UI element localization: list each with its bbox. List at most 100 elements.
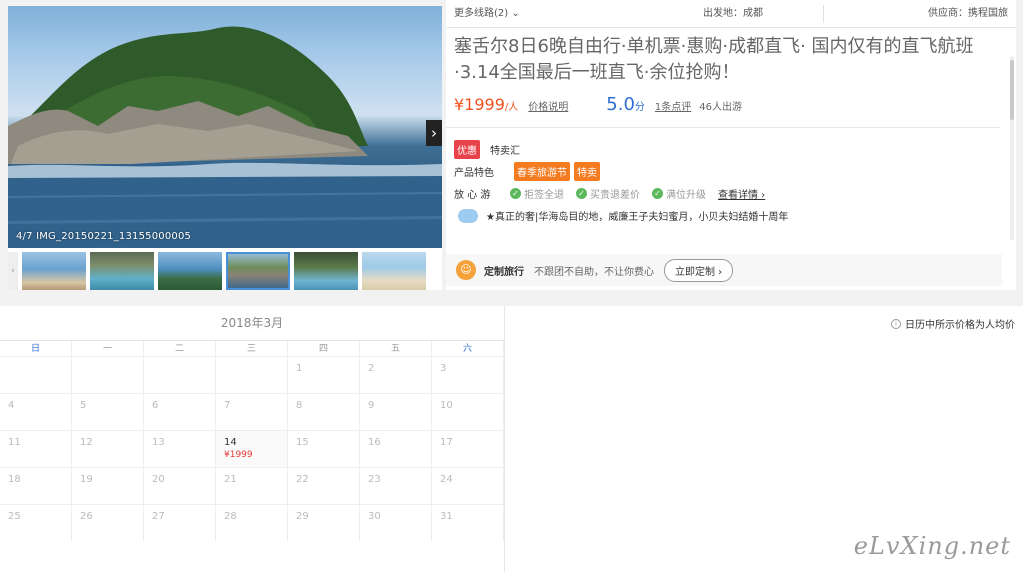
day-number: 18 (8, 474, 21, 485)
day-number: 22 (296, 474, 309, 485)
day-number: 26 (80, 511, 93, 522)
calendar-day: 24 (432, 467, 504, 504)
customize-now-button[interactable]: 立即定制 › (664, 258, 734, 282)
weekday-label: 五 (360, 341, 432, 357)
day-number: 31 (440, 511, 453, 522)
feature-tag[interactable]: 特卖 (574, 161, 600, 181)
day-number: 17 (440, 437, 453, 448)
price-info-link[interactable]: 价格说明 (528, 98, 568, 113)
calendar-day: 7 (216, 393, 288, 430)
thumbnail[interactable] (158, 252, 222, 290)
calendar-day: 5 (72, 393, 144, 430)
thumb-prev-icon[interactable]: ‹ (8, 252, 18, 290)
day-number: 11 (8, 437, 21, 448)
calendar-day: 22 (288, 467, 360, 504)
calendar-note-text: 日历中所示价格为人均价 (905, 320, 1015, 331)
main-photo[interactable]: 4/7 IMG_20150221_13155000005 › (8, 6, 442, 248)
highlight-row: ★真正的奢|华海岛目的地，威廉王子夫妇蜜月，小贝夫妇结婚十周年 (454, 208, 1006, 223)
custom-travel-desc: 不跟团不自助，不让你费心 (534, 266, 654, 278)
promo-row: 优惠 特卖汇 (454, 138, 1006, 160)
view-details-link[interactable]: 查看详情 › (718, 186, 765, 201)
day-number: 19 (80, 474, 93, 485)
day-number: 15 (296, 437, 309, 448)
day-number: 25 (8, 511, 21, 522)
calendar-empty-cell (216, 356, 288, 393)
assurance-item: ✓ 满位升级 (652, 186, 706, 201)
highlight-text: ★真正的奢|华海岛目的地，威廉王子夫妇蜜月，小贝夫妇结婚十周年 (486, 212, 789, 223)
product-price: ¥1999/人 (454, 95, 518, 114)
departure-city: 出发地：成都 (596, 4, 824, 23)
calendar-day: 11 (0, 430, 72, 467)
calendar-day: 30 (360, 504, 432, 541)
review-link[interactable]: 1条点评 (655, 98, 691, 113)
calendar-day: 29 (288, 504, 360, 541)
feature-tag[interactable]: 春季旅游节 (514, 161, 570, 181)
photo-gallery: 4/7 IMG_20150221_13155000005 › ‹ (8, 6, 442, 290)
assurance-item-label: 拒签全退 (524, 189, 564, 201)
day-number: 8 (296, 400, 303, 411)
divider (446, 127, 1000, 128)
weekday-label: 日 (0, 341, 72, 357)
check-icon: ✓ (576, 187, 587, 199)
assurance-item-label: 满位升级 (666, 189, 706, 201)
calendar-empty-cell (72, 356, 144, 393)
price-calendar: 2018年3月 日一二三四五六 1 2 3 4 5 6 7 8 9 10 11 12 13 14 ¥1999… (0, 306, 505, 572)
day-number: 2 (368, 363, 375, 374)
next-photo-icon[interactable]: › (426, 120, 442, 146)
day-number: 4 (8, 400, 15, 411)
calendar-day: 4 (0, 393, 72, 430)
custom-travel-title: 定制旅行 (484, 266, 524, 278)
calendar-day: 6 (144, 393, 216, 430)
thumbnail[interactable] (90, 252, 154, 290)
price-value: ¥1999 (454, 95, 505, 114)
cloud-icon (458, 208, 478, 223)
weekday-label: 六 (432, 341, 504, 357)
day-number: 3 (440, 363, 447, 374)
calendar-day: 9 (360, 393, 432, 430)
calendar-weekday-header: 日一二三四五六 (0, 340, 504, 357)
calendar-day: 28 (216, 504, 288, 541)
weekday-label: 三 (216, 341, 288, 357)
calendar-day: 8 (288, 393, 360, 430)
weekday-label: 二 (144, 341, 216, 357)
promo-badge: 优惠 (454, 139, 480, 159)
day-number: 21 (224, 474, 237, 485)
calendar-day[interactable]: 14 ¥1999 (216, 430, 288, 467)
day-number: 7 (224, 400, 231, 411)
photo-caption: 4/7 IMG_20150221_13155000005 (16, 231, 192, 242)
day-number: 30 (368, 511, 381, 522)
day-number: 27 (152, 511, 165, 522)
day-number: 14 (224, 437, 237, 448)
product-title: 塞舌尔8日6晚自由行·单机票·惠购·成都直飞· 国内仅有的直飞航班·3.14全国… (454, 36, 974, 83)
island-photo (8, 26, 442, 248)
more-routes-dropdown[interactable]: 更多线路(2) ⌄ (446, 5, 596, 23)
calendar-day: 31 (432, 504, 504, 541)
calendar-day: 3 (432, 356, 504, 393)
calendar-day: 16 (360, 430, 432, 467)
assurance-item-label: 买贵退差价 (590, 189, 640, 201)
features-label: 产品特色 (454, 167, 494, 179)
calendar-side-panel: i 日历中所示价格为人均价 eLvXing.net (505, 306, 1023, 572)
assurance-item: ✓ 拒签全退 (510, 186, 564, 201)
thumbnail-active[interactable] (226, 252, 290, 290)
calendar-day: 19 (72, 467, 144, 504)
weekday-label: 一 (72, 341, 144, 357)
price-unit: /人 (504, 102, 519, 113)
thumbnail[interactable] (294, 252, 358, 290)
calendar-day: 26 (72, 504, 144, 541)
scrollbar-thumb[interactable] (1010, 60, 1014, 120)
day-number: 29 (296, 511, 309, 522)
calendar-day: 2 (360, 356, 432, 393)
calendar-day: 25 (0, 504, 72, 541)
thumbnail[interactable] (22, 252, 86, 290)
calendar-price-note: i 日历中所示价格为人均价 (891, 316, 1015, 331)
promo-text[interactable]: 特卖汇 (490, 142, 520, 157)
thumbnail[interactable] (362, 252, 426, 290)
traveler-count: 46人出游 (699, 102, 743, 113)
thumbnail-strip: ‹ (8, 252, 442, 290)
product-detail-box: 塞舌尔8日6晚自由行·单机票·惠购·成都直飞· 国内仅有的直飞航班·3.14全国… (446, 28, 1016, 290)
day-number: 6 (152, 400, 159, 411)
day-number: 24 (440, 474, 453, 485)
rating-score: 5.0分 (606, 94, 645, 115)
score-value: 5.0 (606, 94, 635, 115)
